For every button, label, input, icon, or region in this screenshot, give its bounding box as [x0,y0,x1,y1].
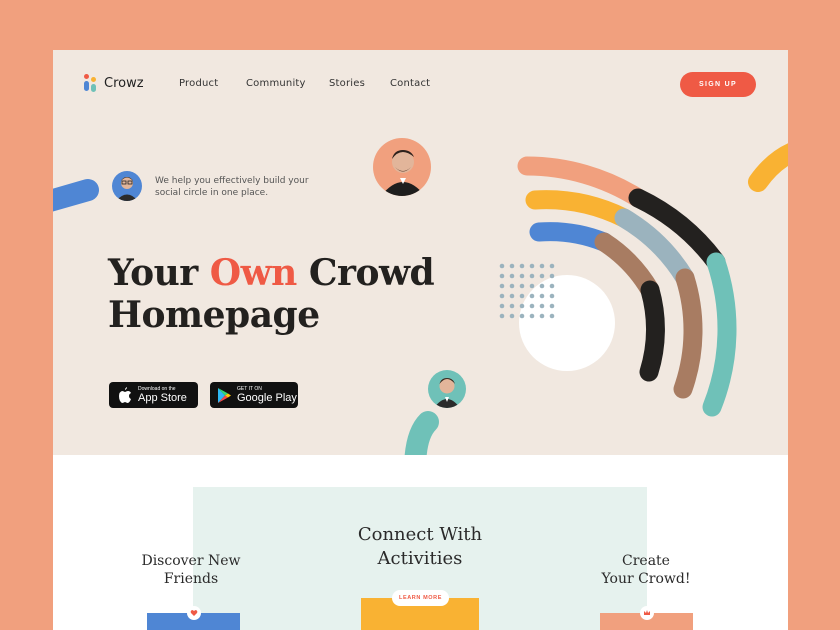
signup-button[interactable]: SIGN UP [680,72,756,97]
crown-icon [640,606,654,620]
app-store-big: App Store [138,392,187,404]
card-title-discover: Discover New Friends [131,552,251,588]
card-title-line: Friends [163,571,219,587]
hero-section: Crowz Product Community Stories Contact … [53,50,788,455]
nav-item-product[interactable]: Product [179,78,218,89]
card-title-line: Discover New [141,553,241,569]
card-title-create: Create Your Crowd! [586,552,706,588]
card-title-line: Connect With [357,524,483,545]
card-title-line: Activities [377,548,463,569]
headline-line2: Homepage [108,294,320,336]
card-title-line: Your Crowd! [601,571,691,587]
card-title-line: Create [622,553,670,569]
headline-part1: Your [108,252,210,294]
headline-part2: Crowd [296,252,435,294]
tagline: We help you effectively build your socia… [155,176,309,198]
page-frame: Crowz Product Community Stories Contact … [53,50,788,630]
apple-icon [119,387,131,403]
avatar [373,138,431,196]
app-store-button[interactable]: Download on the App Store [109,382,198,408]
google-play-button[interactable]: GET IT ON Google Play [210,382,298,408]
google-play-icon [218,387,231,403]
page-title: Your Own Crowd Homepage [108,252,435,336]
learn-more-button[interactable]: LEARN MORE [392,590,449,606]
nav-item-stories[interactable]: Stories [329,78,365,89]
google-play-big: Google Play [237,392,297,404]
heart-icon [187,606,201,620]
avatar [112,171,142,201]
avatar [428,370,466,408]
headline-accent: Own [209,252,298,294]
brand-name[interactable]: Crowz [104,76,144,91]
card-title-connect: Connect With Activities [340,523,500,571]
nav-item-contact[interactable]: Contact [390,78,430,89]
logo-icon[interactable] [84,74,100,94]
nav-item-community[interactable]: Community [246,78,306,89]
